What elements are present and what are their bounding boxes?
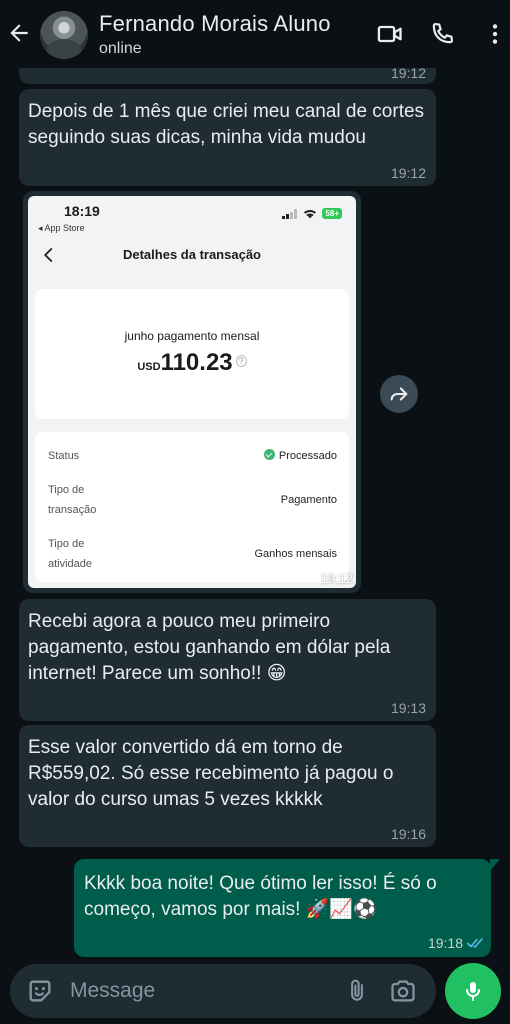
payment-amount: USD110.23? — [35, 349, 349, 377]
detail-label: Status — [48, 450, 80, 462]
message-text: Kkkk boa noite! Que ótimo ler isso! É só… — [84, 873, 437, 920]
message-time: 19:18 — [427, 935, 463, 951]
message-time: 19:16 — [390, 826, 426, 842]
message-time: 19:12 — [390, 165, 426, 181]
detail-value: Processado — [263, 449, 337, 462]
message-input[interactable] — [70, 972, 330, 1010]
detail-value: Pagamento — [280, 494, 337, 506]
video-call-icon[interactable] — [376, 20, 404, 48]
detail-label: Tipo de atividade — [48, 538, 93, 570]
more-options-icon[interactable] — [482, 20, 508, 48]
check-circle-icon — [263, 449, 275, 460]
camera-icon[interactable] — [389, 977, 417, 1005]
attach-icon[interactable] — [344, 977, 370, 1005]
message-text: Recebi agora a pouco meu primeiro pagame… — [28, 611, 391, 684]
message-time: 19:12 — [320, 571, 353, 586]
payment-label: junho pagamento mensal — [124, 329, 260, 343]
detail-label: Tipo de transação — [48, 484, 97, 516]
message-text: Esse valor convertido dá em torno de R$5… — [28, 737, 394, 810]
currency: USD — [137, 361, 161, 373]
amount-value: 110.23 — [160, 349, 233, 376]
help-icon: ? — [235, 355, 247, 367]
amount-card: junho pagamento mensal USD110.23? — [35, 289, 349, 419]
contact-status: online — [99, 40, 142, 57]
message-bubble-incoming[interactable]: Esse valor convertido dá em torno de R$5… — [19, 725, 436, 847]
read-receipt-icon — [467, 938, 483, 948]
signal-icon — [282, 208, 298, 219]
message-bubble-incoming[interactable]: Recebi agora a pouco meu primeiro pagame… — [19, 599, 436, 721]
microphone-icon — [466, 982, 480, 1001]
back-arrow-icon[interactable] — [6, 20, 32, 46]
avatar[interactable] — [40, 11, 88, 59]
phone-status-icons: 58+ — [282, 208, 342, 219]
forward-button[interactable] — [380, 375, 418, 413]
voice-message-button[interactable] — [445, 963, 501, 1019]
message-text: Depois de 1 mês que criei meu canal de c… — [28, 101, 425, 148]
message-bubble-outgoing[interactable]: Kkkk boa noite! Que ótimo ler isso! É só… — [74, 859, 500, 957]
message-time: 19:13 — [390, 700, 426, 716]
sticker-emoji-icon[interactable] — [26, 977, 54, 1005]
screen-title: Detalhes da transação — [122, 247, 261, 262]
message-bubble-incoming[interactable]: Depois de 1 mês que criei meu canal de c… — [19, 89, 436, 186]
voice-call-icon[interactable] — [428, 20, 456, 48]
wifi-icon — [304, 209, 317, 218]
detail-value: Ganhos mensais — [254, 548, 337, 560]
composer — [10, 964, 436, 1018]
chat-header: Fernando Morais Aluno online — [0, 0, 510, 68]
battery-level: 58+ — [322, 208, 342, 219]
forward-icon — [390, 387, 408, 401]
contact-name[interactable]: Fernando Morais Aluno — [99, 11, 331, 37]
phone-clock: 18:19 — [64, 203, 100, 219]
image-message[interactable]: 18:19 ◂ App Store 58+ Detalhes da transa… — [23, 191, 361, 593]
phone-back-to-app: ◂ App Store — [38, 223, 85, 233]
details-card: Status Processado Tipo de transação Paga… — [35, 432, 349, 582]
transaction-screenshot: 18:19 ◂ App Store 58+ Detalhes da transa… — [28, 196, 356, 588]
